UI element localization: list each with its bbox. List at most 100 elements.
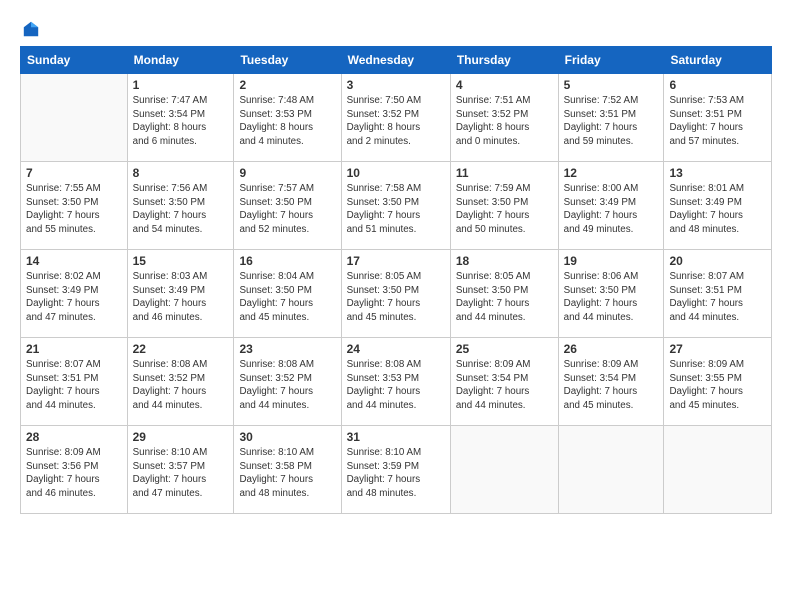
calendar-cell: 21 Sunrise: 8:07 AMSunset: 3:51 PMDayligh… — [21, 338, 128, 426]
day-number: 31 — [347, 430, 445, 444]
calendar-cell: 13Sunrise: 8:01 AMSunset: 3:49 PMDayligh… — [664, 162, 772, 250]
calendar-week-2: 7 Sunrise: 7:55 AMSunset: 3:50 PMDaylight… — [21, 162, 772, 250]
header — [20, 16, 772, 38]
calendar-cell: 2 Sunrise: 7:48 AMSunset: 3:53 PMDaylight… — [234, 74, 341, 162]
day-info: Sunrise: 7:50 AMSunset: 3:52 PMDaylight:… — [347, 94, 445, 149]
day-info: Sunrise: 7:53 AMSunset: 3:51 PMDaylight:… — [669, 94, 766, 149]
day-number: 3 — [347, 78, 445, 92]
logo-icon — [22, 20, 40, 38]
day-info: Sunrise: 7:47 AMSunset: 3:54 PMDaylight:… — [133, 94, 229, 149]
day-number: 19 — [564, 254, 659, 268]
day-number: 18 — [456, 254, 553, 268]
day-info: Sunrise: 7:56 AMSunset: 3:50 PMDaylight:… — [133, 182, 229, 237]
calendar-cell: 15 Sunrise: 8:03 AMSunset: 3:49 PMDayligh… — [127, 250, 234, 338]
calendar-cell: 28 Sunrise: 8:09 AMSunset: 3:56 PMDayligh… — [21, 426, 128, 514]
day-number: 17 — [347, 254, 445, 268]
calendar-cell: 11 Sunrise: 7:59 AMSunset: 3:50 PMDayligh… — [450, 162, 558, 250]
day-number: 10 — [347, 166, 445, 180]
calendar-cell: 27 Sunrise: 8:09 AMSunset: 3:55 PMDayligh… — [664, 338, 772, 426]
calendar-cell: 14Sunrise: 8:02 AMSunset: 3:49 PMDayligh… — [21, 250, 128, 338]
calendar-cell: 12 Sunrise: 8:00 AMSunset: 3:49 PMDayligh… — [558, 162, 664, 250]
day-info: Sunrise: 7:51 AMSunset: 3:52 PMDaylight:… — [456, 94, 553, 149]
day-number: 20 — [669, 254, 766, 268]
calendar-week-5: 28 Sunrise: 8:09 AMSunset: 3:56 PMDayligh… — [21, 426, 772, 514]
day-number: 27 — [669, 342, 766, 356]
day-info: Sunrise: 7:58 AMSunset: 3:50 PMDaylight:… — [347, 182, 445, 237]
day-number: 2 — [239, 78, 335, 92]
calendar-cell — [21, 74, 128, 162]
day-number: 11 — [456, 166, 553, 180]
calendar-week-3: 14Sunrise: 8:02 AMSunset: 3:49 PMDayligh… — [21, 250, 772, 338]
day-number: 9 — [239, 166, 335, 180]
calendar-cell: 30 Sunrise: 8:10 AMSunset: 3:58 PMDayligh… — [234, 426, 341, 514]
day-info: Sunrise: 8:08 AMSunset: 3:53 PMDaylight:… — [347, 358, 445, 413]
calendar-cell: 23 Sunrise: 8:08 AMSunset: 3:52 PMDayligh… — [234, 338, 341, 426]
day-info: Sunrise: 8:07 AMSunset: 3:51 PMDaylight:… — [26, 358, 122, 413]
calendar-cell — [664, 426, 772, 514]
day-info: Sunrise: 8:04 AMSunset: 3:50 PMDaylight:… — [239, 270, 335, 325]
col-header-thursday: Thursday — [450, 47, 558, 74]
day-number: 22 — [133, 342, 229, 356]
calendar-cell: 17 Sunrise: 8:05 AMSunset: 3:50 PMDayligh… — [341, 250, 450, 338]
col-header-friday: Friday — [558, 47, 664, 74]
calendar-cell: 19 Sunrise: 8:06 AMSunset: 3:50 PMDayligh… — [558, 250, 664, 338]
day-info: Sunrise: 7:52 AMSunset: 3:51 PMDaylight:… — [564, 94, 659, 149]
calendar-week-4: 21 Sunrise: 8:07 AMSunset: 3:51 PMDayligh… — [21, 338, 772, 426]
calendar-header-row: SundayMondayTuesdayWednesdayThursdayFrid… — [21, 47, 772, 74]
day-info: Sunrise: 8:09 AMSunset: 3:54 PMDaylight:… — [456, 358, 553, 413]
day-info: Sunrise: 8:02 AMSunset: 3:49 PMDaylight:… — [26, 270, 122, 325]
calendar-cell: 26Sunrise: 8:09 AMSunset: 3:54 PMDayligh… — [558, 338, 664, 426]
day-number: 12 — [564, 166, 659, 180]
day-number: 21 — [26, 342, 122, 356]
day-number: 1 — [133, 78, 229, 92]
calendar-cell: 29Sunrise: 8:10 AMSunset: 3:57 PMDayligh… — [127, 426, 234, 514]
day-number: 16 — [239, 254, 335, 268]
day-number: 28 — [26, 430, 122, 444]
day-info: Sunrise: 8:09 AMSunset: 3:56 PMDaylight:… — [26, 446, 122, 501]
day-info: Sunrise: 8:10 AMSunset: 3:59 PMDaylight:… — [347, 446, 445, 501]
calendar-week-1: 1 Sunrise: 7:47 AMSunset: 3:54 PMDaylight… — [21, 74, 772, 162]
calendar-cell — [558, 426, 664, 514]
col-header-tuesday: Tuesday — [234, 47, 341, 74]
col-header-sunday: Sunday — [21, 47, 128, 74]
calendar-cell: 1 Sunrise: 7:47 AMSunset: 3:54 PMDaylight… — [127, 74, 234, 162]
day-number: 7 — [26, 166, 122, 180]
day-info: Sunrise: 8:05 AMSunset: 3:50 PMDaylight:… — [456, 270, 553, 325]
day-info: Sunrise: 8:08 AMSunset: 3:52 PMDaylight:… — [133, 358, 229, 413]
day-number: 6 — [669, 78, 766, 92]
day-info: Sunrise: 7:59 AMSunset: 3:50 PMDaylight:… — [456, 182, 553, 237]
day-number: 24 — [347, 342, 445, 356]
calendar-cell: 9Sunrise: 7:57 AMSunset: 3:50 PMDaylight… — [234, 162, 341, 250]
day-info: Sunrise: 7:48 AMSunset: 3:53 PMDaylight:… — [239, 94, 335, 149]
page: SundayMondayTuesdayWednesdayThursdayFrid… — [0, 0, 792, 524]
day-info: Sunrise: 8:01 AMSunset: 3:49 PMDaylight:… — [669, 182, 766, 237]
day-info: Sunrise: 8:08 AMSunset: 3:52 PMDaylight:… — [239, 358, 335, 413]
col-header-monday: Monday — [127, 47, 234, 74]
day-info: Sunrise: 8:07 AMSunset: 3:51 PMDaylight:… — [669, 270, 766, 325]
calendar-cell: 7 Sunrise: 7:55 AMSunset: 3:50 PMDaylight… — [21, 162, 128, 250]
day-info: Sunrise: 8:03 AMSunset: 3:49 PMDaylight:… — [133, 270, 229, 325]
day-number: 30 — [239, 430, 335, 444]
day-number: 29 — [133, 430, 229, 444]
day-info: Sunrise: 8:09 AMSunset: 3:54 PMDaylight:… — [564, 358, 659, 413]
calendar-cell — [450, 426, 558, 514]
day-info: Sunrise: 8:10 AMSunset: 3:58 PMDaylight:… — [239, 446, 335, 501]
day-info: Sunrise: 8:06 AMSunset: 3:50 PMDaylight:… — [564, 270, 659, 325]
calendar-cell: 4Sunrise: 7:51 AMSunset: 3:52 PMDaylight… — [450, 74, 558, 162]
calendar-cell: 5Sunrise: 7:52 AMSunset: 3:51 PMDaylight… — [558, 74, 664, 162]
calendar-cell: 6 Sunrise: 7:53 AMSunset: 3:51 PMDaylight… — [664, 74, 772, 162]
calendar-cell: 25 Sunrise: 8:09 AMSunset: 3:54 PMDayligh… — [450, 338, 558, 426]
day-info: Sunrise: 8:05 AMSunset: 3:50 PMDaylight:… — [347, 270, 445, 325]
day-number: 15 — [133, 254, 229, 268]
day-info: Sunrise: 7:55 AMSunset: 3:50 PMDaylight:… — [26, 182, 122, 237]
calendar-cell: 16 Sunrise: 8:04 AMSunset: 3:50 PMDayligh… — [234, 250, 341, 338]
day-number: 8 — [133, 166, 229, 180]
day-info: Sunrise: 8:00 AMSunset: 3:49 PMDaylight:… — [564, 182, 659, 237]
logo — [20, 20, 40, 38]
calendar-table: SundayMondayTuesdayWednesdayThursdayFrid… — [20, 46, 772, 514]
day-number: 25 — [456, 342, 553, 356]
day-number: 23 — [239, 342, 335, 356]
col-header-saturday: Saturday — [664, 47, 772, 74]
calendar-cell: 31 Sunrise: 8:10 AMSunset: 3:59 PMDayligh… — [341, 426, 450, 514]
day-info: Sunrise: 8:09 AMSunset: 3:55 PMDaylight:… — [669, 358, 766, 413]
